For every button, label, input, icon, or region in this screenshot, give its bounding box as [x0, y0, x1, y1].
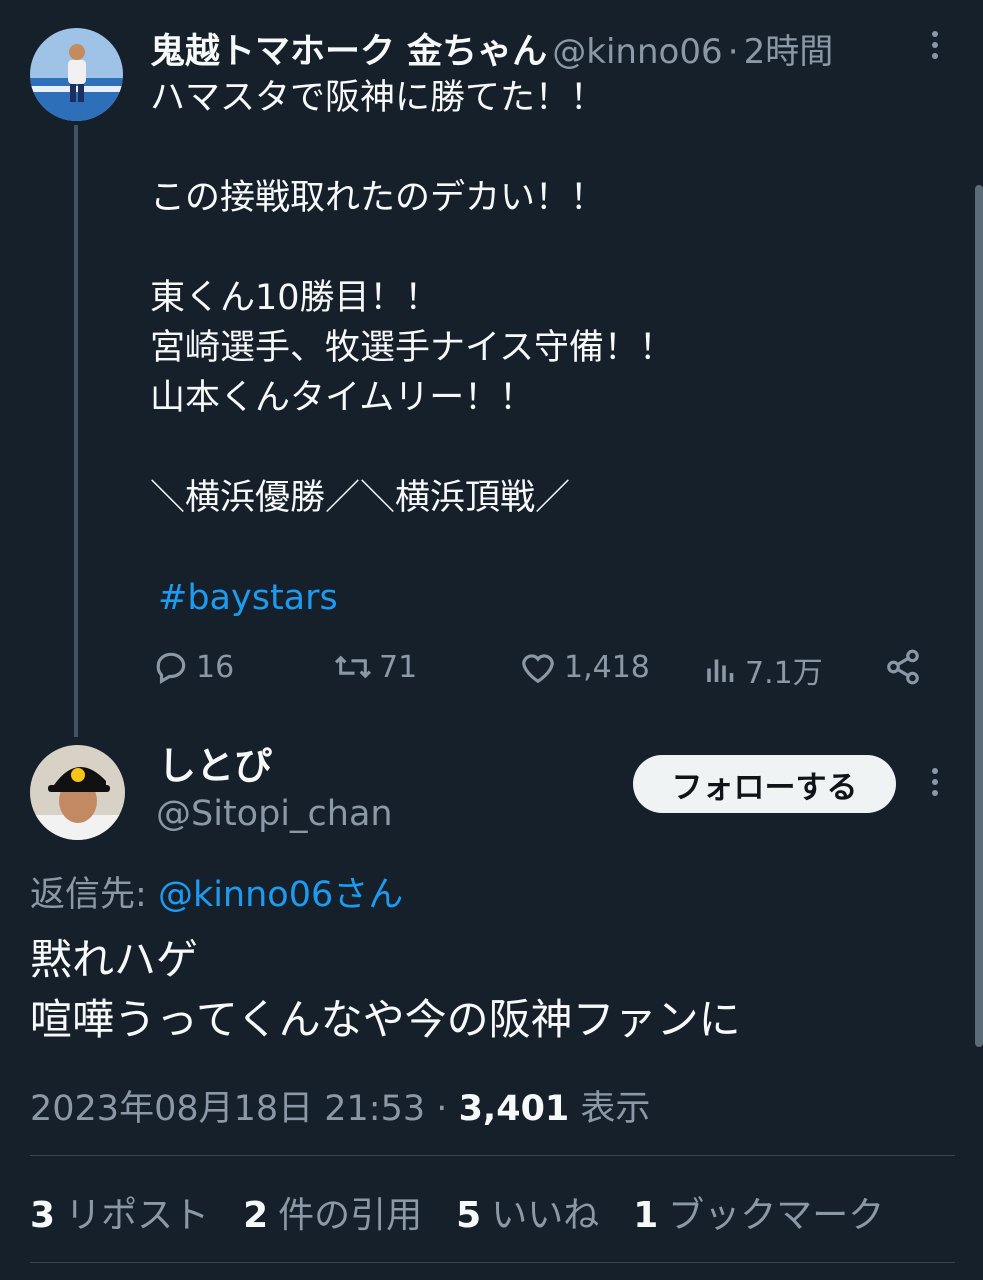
more-options-icon[interactable]	[930, 768, 940, 796]
like-count: 1,418	[564, 649, 650, 685]
repost-action[interactable]: 71	[333, 648, 417, 686]
stat-count: 2	[243, 1195, 269, 1236]
stat-count: 1	[633, 1195, 659, 1236]
display-name[interactable]: しとぴ	[158, 744, 272, 788]
stat-likes[interactable]: 5 いいね	[456, 1186, 599, 1238]
avatar[interactable]	[30, 745, 125, 840]
tweet-meta: 2023年08月18日 21:53 · 3,401 表示	[30, 1080, 650, 1131]
tweet-line: 黙れハゲ	[30, 935, 199, 984]
stat-label: リポスト	[65, 1195, 210, 1236]
tweet-line: ハマスタで阪神に勝てた！！	[150, 78, 606, 118]
tweet-line: 宮崎選手、牧選手ナイス守備！！	[150, 328, 674, 368]
stat-count: 3	[30, 1195, 56, 1236]
views-count: 3,401	[458, 1089, 570, 1129]
stat-label: ブックマーク	[668, 1195, 885, 1236]
tweet-line: この接戦取れたのデカい！！	[150, 178, 606, 218]
user-handle[interactable]: @kinno06	[552, 32, 722, 72]
heart-icon	[522, 654, 554, 684]
repost-icon	[334, 655, 372, 679]
stat-reposts[interactable]: 3 リポスト	[30, 1186, 209, 1238]
avatar-photo-icon	[30, 28, 123, 121]
views-action[interactable]: 7.1万	[703, 648, 823, 692]
tweet-line: 喧嘩うってくんなや今の阪神ファンに	[30, 995, 741, 1044]
avatar[interactable]	[30, 28, 123, 121]
tweet-line: 山本くんタイムリー！！	[150, 378, 535, 418]
reply-action[interactable]: 16	[152, 648, 234, 686]
stat-label: 件の引用	[278, 1195, 423, 1236]
separator-dot: ·	[436, 1089, 448, 1129]
share-icon	[887, 649, 919, 685]
tweet-line	[150, 223, 674, 273]
tweet-body: ハマスタで阪神に勝てた！！ この接戦取れたのデカい！！ 東くん10勝目！！ 宮崎…	[150, 73, 674, 623]
tweet-line: 東くん10勝目！！	[150, 278, 440, 318]
divider	[30, 1262, 955, 1263]
reply-to-label: 返信先:	[30, 875, 147, 915]
reply-context: 返信先: @kinno06さん	[30, 866, 403, 917]
more-options-icon[interactable]	[930, 31, 940, 59]
tweet-line	[150, 123, 674, 173]
like-action[interactable]: 1,418	[518, 648, 650, 686]
scrollbar[interactable]	[975, 185, 983, 1047]
display-name[interactable]: 鬼越トマホーク 金ちゃん	[150, 32, 547, 72]
tweet-line	[150, 523, 674, 573]
stat-bookmarks[interactable]: 1 ブックマーク	[633, 1186, 884, 1238]
avatar-photo-icon	[30, 745, 125, 840]
divider	[30, 1155, 955, 1156]
separator-dot: ·	[727, 32, 739, 72]
post-timestamp[interactable]: 2023年08月18日 21:53	[30, 1089, 425, 1129]
user-handle[interactable]: @Sitopi_chan	[156, 794, 393, 834]
stat-count: 5	[456, 1195, 482, 1236]
analytics-icon	[707, 659, 734, 682]
tweet-line: ＼横浜優勝／＼横浜頂戦／	[150, 478, 571, 518]
engagement-stats: 3 リポスト 2 件の引用 5 いいね 1 ブックマーク	[30, 1186, 918, 1238]
reply-icon	[156, 652, 186, 685]
views-count: 7.1万	[745, 656, 823, 691]
stat-quotes[interactable]: 2 件の引用	[243, 1186, 422, 1238]
repost-count: 71	[379, 649, 418, 685]
stat-label: いいね	[491, 1195, 600, 1236]
hashtag-link[interactable]: #baystars	[150, 573, 674, 623]
thread-line	[74, 125, 78, 737]
views-label: 表示	[580, 1089, 651, 1129]
timestamp[interactable]: 2時間	[744, 32, 834, 72]
tweet-header: 鬼越トマホーク 金ちゃん @kinno06 · 2時間	[150, 24, 833, 74]
share-action[interactable]	[884, 648, 922, 690]
tweet-line	[150, 423, 674, 473]
reply-to-mention[interactable]: @kinno06さん	[158, 875, 403, 915]
tweet-body: 黙れハゲ 喧嘩うってくんなや今の阪神ファンに	[30, 930, 741, 1050]
follow-button[interactable]: フォローする	[633, 755, 896, 813]
reply-count: 16	[196, 649, 235, 685]
